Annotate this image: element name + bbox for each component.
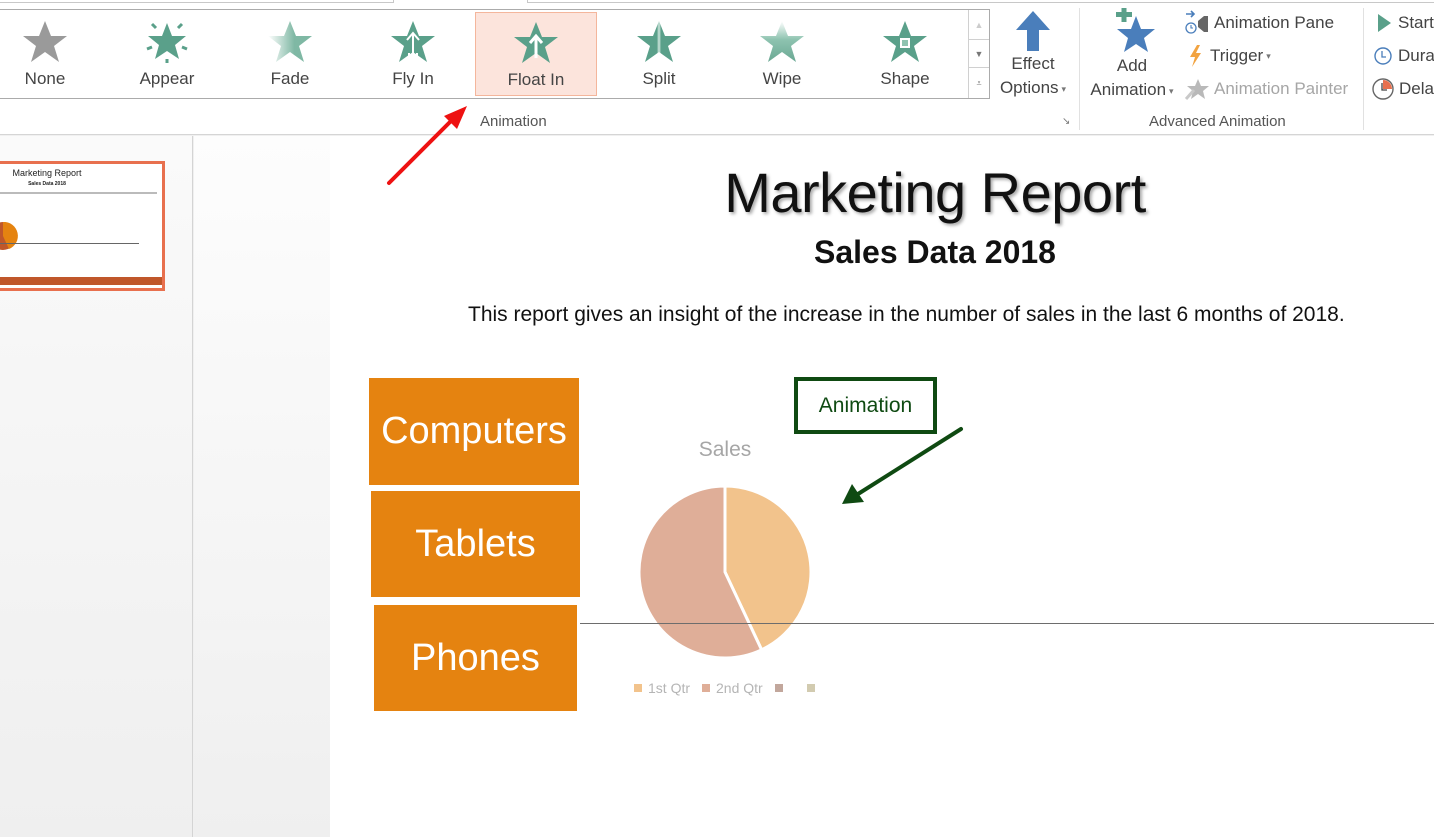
legend-item (806, 684, 821, 692)
star-fly-in-icon (391, 21, 435, 62)
star-appear-icon (146, 22, 188, 63)
dialog-launcher-icon[interactable]: ↘ (1062, 117, 1072, 127)
gallery-item-label: Appear (139, 69, 195, 88)
delay-field[interactable]: Dela (1371, 76, 1434, 102)
chevron-down-icon: ▾ (1061, 83, 1067, 94)
category-box-phones[interactable]: Phones (374, 605, 577, 711)
gallery-item-split[interactable]: Split (598, 12, 720, 96)
legend-label: 1st Qtr (648, 680, 691, 696)
annotation-callout-box: Animation (794, 377, 937, 434)
ribbon-tab-edge (0, 0, 394, 3)
gallery-item-fly-in[interactable]: Fly In (352, 12, 474, 96)
arrow-up-icon (1016, 11, 1050, 51)
start-dropdown[interactable]: Start (1374, 10, 1434, 36)
delay-clock-icon (1372, 78, 1394, 100)
gallery-item-fade[interactable]: Fade (229, 12, 351, 96)
animation-painter-button[interactable]: Animation Painter (1184, 76, 1348, 102)
thumbnail-footer-band (0, 277, 162, 285)
chevron-down-icon: ▾ (1266, 50, 1271, 61)
slide-title[interactable]: Marketing Report (330, 160, 1434, 225)
powerpoint-window: None Appear Fade Fly In Float In Split W… (0, 0, 1434, 837)
start-label: Start (1398, 13, 1434, 32)
add-animation-star-icon (1116, 8, 1155, 52)
star-wipe-icon (760, 21, 804, 62)
star-split-icon (637, 21, 681, 62)
gallery-scroll-up-button[interactable]: ▲ (968, 10, 989, 40)
gallery-item-label: Wipe (762, 69, 802, 88)
gallery-item-label: Split (642, 69, 676, 88)
add-animation-label-2: Animation (1090, 80, 1167, 99)
effect-options-button[interactable]: Effect Options ▾ (993, 10, 1073, 101)
legend-swatch (634, 684, 642, 692)
legend-label: 2nd Qtr (716, 680, 763, 696)
gallery-item-label: Fly In (392, 69, 434, 88)
legend-swatch (806, 684, 815, 692)
thumbnail-rule (0, 243, 139, 244)
star-float-in-icon (514, 22, 558, 63)
thumbnail-pie (0, 221, 18, 250)
slide-thumbnail-pane: Marketing Report Sales Data 2018 (0, 136, 193, 837)
animation-gallery: None Appear Fade Fly In Float In Split W… (0, 9, 990, 99)
animation-pane-button[interactable]: Animation Pane (1184, 10, 1334, 36)
gallery-item-label: None (24, 69, 66, 88)
chevron-down-icon: ▾ (1169, 85, 1174, 96)
animation-painter-label: Animation Painter (1214, 79, 1349, 98)
star-fade-icon (268, 21, 312, 62)
clock-icon (1374, 47, 1392, 65)
trigger-label: Trigger (1210, 46, 1264, 65)
legend-item (774, 684, 789, 692)
thumbnail-subtitle: Sales Data 2018 (28, 181, 66, 187)
thumbnail-body-text (0, 192, 157, 194)
gallery-item-label: Fade (270, 69, 310, 88)
star-shape-icon (883, 21, 927, 62)
chart-legend: 1st Qtr 2nd Qtr (634, 680, 833, 696)
slide-body-text[interactable]: This report gives an insight of the incr… (468, 303, 1345, 327)
gallery-item-none[interactable]: None (0, 12, 106, 96)
group-label-advanced-animation: Advanced Animation (1149, 113, 1286, 130)
trigger-button[interactable]: Trigger ▾ (1186, 43, 1271, 69)
category-box-computers[interactable]: Computers (369, 378, 579, 485)
delay-label: Dela (1399, 79, 1434, 98)
star-none-icon (23, 21, 67, 62)
legend-swatch (774, 684, 783, 692)
legend-swatch (702, 684, 711, 692)
slide-subtitle[interactable]: Sales Data 2018 (330, 234, 1434, 271)
group-label-animation: Animation (480, 113, 547, 130)
animation-pane-label: Animation Pane (1214, 13, 1335, 32)
lightning-icon (1190, 45, 1201, 67)
effect-options-label-1: Effect (1011, 54, 1055, 73)
category-box-tablets[interactable]: Tablets (371, 491, 580, 597)
gallery-item-float-in[interactable]: Float In (475, 12, 597, 96)
gallery-item-label: Float In (507, 70, 565, 89)
gallery-scroll-down-button[interactable]: ▼ (968, 40, 989, 68)
legend-item: 1st Qtr (634, 680, 690, 696)
chart-title: Sales (698, 438, 752, 461)
ribbon-animations: None Appear Fade Fly In Float In Split W… (0, 0, 1434, 135)
effect-options-label-2: Options (999, 78, 1059, 97)
gallery-item-label: Shape (880, 69, 930, 88)
duration-field[interactable]: Dura (1372, 43, 1434, 69)
add-animation-label-1: Add (1116, 56, 1148, 75)
slide-horizontal-rule (580, 623, 1434, 624)
legend-item: 2nd Qtr (702, 680, 763, 696)
thumbnail-title: Marketing Report (12, 168, 82, 178)
ribbon-tab-edge (527, 0, 1434, 3)
add-animation-button[interactable]: Add Animation ▾ (1082, 8, 1182, 103)
animation-painter-icon (1184, 79, 1209, 100)
duration-label: Dura (1398, 46, 1434, 65)
gallery-item-wipe[interactable]: Wipe (721, 12, 843, 96)
animation-pane-icon (1185, 10, 1208, 34)
gallery-item-appear[interactable]: Appear (106, 12, 228, 96)
group-separator (1363, 8, 1364, 130)
slide-thumbnail-1[interactable]: Marketing Report Sales Data 2018 (0, 161, 165, 291)
group-separator (1079, 8, 1080, 130)
gallery-item-shape[interactable]: Shape (844, 12, 966, 96)
play-icon (1378, 14, 1391, 32)
editor-canvas-margin (194, 136, 330, 837)
gallery-more-button[interactable]: ⩡ (968, 68, 989, 98)
